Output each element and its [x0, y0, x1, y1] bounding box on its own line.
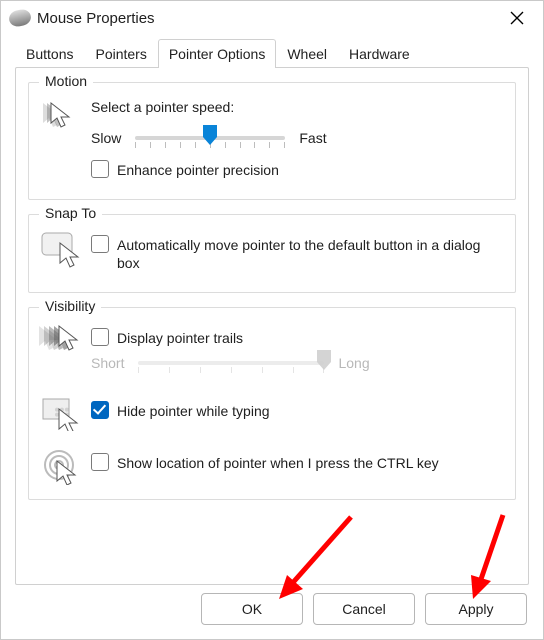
mouse-properties-dialog: Mouse Properties Buttons Pointers Pointe…: [0, 0, 544, 640]
group-motion: Motion Select a pointer speed: Slow: [28, 82, 516, 200]
group-title-visibility: Visibility: [39, 298, 101, 314]
tab-hardware[interactable]: Hardware: [338, 39, 421, 68]
hide-while-typing-icon: [39, 395, 83, 431]
hide-while-typing-checkbox[interactable]: [91, 401, 109, 419]
group-title-snapto: Snap To: [39, 205, 102, 221]
tab-pointers[interactable]: Pointers: [84, 39, 157, 68]
snap-to-checkbox[interactable]: [91, 235, 109, 253]
tab-wheel[interactable]: Wheel: [276, 39, 338, 68]
cancel-button[interactable]: Cancel: [313, 593, 415, 625]
mouse-icon: [8, 8, 33, 28]
titlebar: Mouse Properties: [1, 1, 543, 35]
snap-to-icon: [39, 229, 83, 269]
dialog-buttons: OK Cancel Apply: [201, 593, 527, 625]
pointer-speed-slider[interactable]: [135, 126, 285, 150]
pointer-trails-slider: [138, 351, 324, 375]
snap-to-label: Automatically move pointer to the defaul…: [117, 236, 505, 272]
pointer-speed-label: Select a pointer speed:: [91, 98, 505, 116]
pointer-trails-icon: [39, 322, 83, 356]
pointer-trails-label: Display pointer trails: [117, 329, 243, 347]
close-button[interactable]: [497, 3, 537, 33]
close-icon: [510, 11, 524, 25]
enhance-precision-label: Enhance pointer precision: [117, 161, 279, 179]
window-title: Mouse Properties: [37, 10, 155, 27]
hide-while-typing-label: Hide pointer while typing: [117, 402, 270, 420]
tabstrip: Buttons Pointers Pointer Options Wheel H…: [1, 35, 543, 67]
enhance-precision-checkbox[interactable]: [91, 160, 109, 178]
group-visibility: Visibility Display pointer trails: [28, 307, 516, 500]
ok-button[interactable]: OK: [201, 593, 303, 625]
apply-button[interactable]: Apply: [425, 593, 527, 625]
tab-buttons[interactable]: Buttons: [15, 39, 84, 68]
trails-long-label: Long: [338, 355, 369, 371]
ctrl-locate-label: Show location of pointer when I press th…: [117, 454, 439, 472]
group-title-motion: Motion: [39, 73, 93, 89]
pointer-speed-icon: [39, 97, 83, 133]
pointer-trails-checkbox[interactable]: [91, 328, 109, 346]
tab-pointer-options[interactable]: Pointer Options: [158, 39, 277, 68]
trails-short-label: Short: [91, 355, 124, 371]
fast-label: Fast: [299, 130, 326, 146]
group-snapto: Snap To Automatically move pointer to th…: [28, 214, 516, 293]
tab-panel: Motion Select a pointer speed: Slow: [15, 67, 529, 585]
ctrl-locate-checkbox[interactable]: [91, 453, 109, 471]
ctrl-locate-icon: [39, 447, 83, 485]
slow-label: Slow: [91, 130, 121, 146]
